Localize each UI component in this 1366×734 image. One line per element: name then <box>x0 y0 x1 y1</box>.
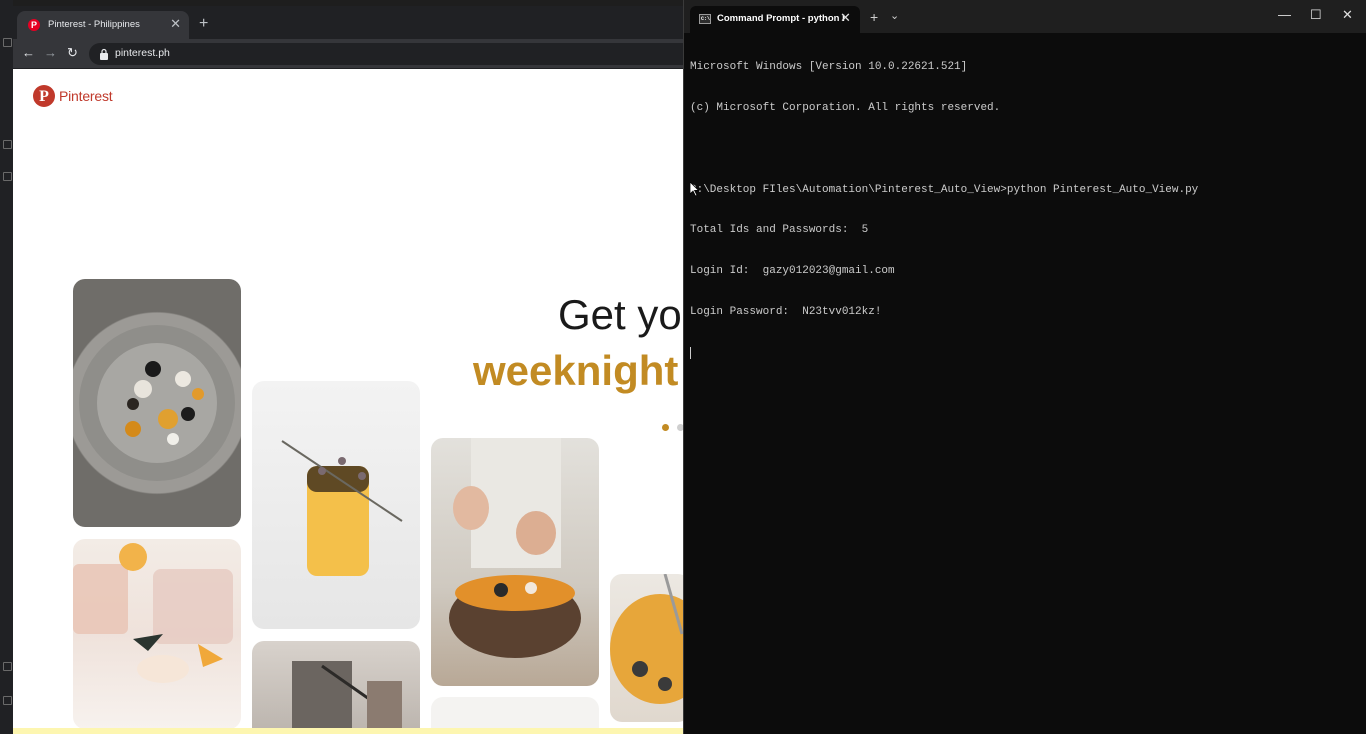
desktop-icon <box>3 172 12 181</box>
desktop-icon <box>3 38 12 47</box>
cooking-illustration <box>449 438 581 658</box>
lock-icon <box>100 48 108 60</box>
text-cursor <box>690 346 691 359</box>
toast-illustration <box>610 574 683 704</box>
terminal-output[interactable]: Microsoft Windows [Version 10.0.22621.52… <box>690 34 1366 734</box>
pinterest-favicon-icon: P <box>28 19 40 31</box>
terminal-line: D:\Desktop FIles\Automation\Pinterest_Au… <box>690 183 1199 196</box>
carousel-dot-active[interactable] <box>662 424 669 431</box>
terminal-window: C:\ Command Prompt - python I ✕ + ⌄ — ☐ … <box>683 0 1366 734</box>
salad-illustration <box>79 325 235 481</box>
desktop-icon <box>3 662 12 671</box>
desktop-icon <box>3 140 12 149</box>
orange-drink-photo[interactable] <box>252 381 420 629</box>
pinterest-page: P Pinterest Get yo weeknight <box>13 69 683 734</box>
back-button[interactable]: ← <box>22 45 35 60</box>
desktop-icon <box>3 696 12 705</box>
terminal-line: Microsoft Windows [Version 10.0.22621.52… <box>690 61 968 74</box>
plate-salad-photo[interactable] <box>73 279 241 527</box>
reload-button[interactable]: ↻ <box>67 45 78 61</box>
drink-illustration <box>281 440 403 576</box>
footer-banner <box>13 728 683 734</box>
address-bar[interactable]: pinterest.ph <box>89 43 683 65</box>
terminal-titlebar: C:\ Command Prompt - python I ✕ + ⌄ — ☐ … <box>684 0 1366 33</box>
grater-illustration <box>292 661 402 731</box>
terminal-line: Total Ids and Passwords: 5 <box>690 224 869 237</box>
pumpkin-toast-photo[interactable] <box>610 574 683 722</box>
maximize-button[interactable]: ☐ <box>1310 7 1322 23</box>
chevron-down-icon[interactable]: ⌄ <box>890 9 899 22</box>
terminal-tab[interactable]: C:\ Command Prompt - python I ✕ <box>690 6 860 33</box>
new-tab-button[interactable]: + <box>199 15 208 33</box>
terminal-line: Login Id: gazy012023@gmail.com <box>690 265 895 278</box>
terminal-line: Login Password: N23tvv012kz! <box>690 305 882 318</box>
new-tab-button[interactable]: + <box>870 9 878 25</box>
grater-photo[interactable] <box>252 641 420 734</box>
url-text: pinterest.ph <box>115 47 170 59</box>
hero-headline-accent: weeknight <box>473 347 679 394</box>
browser-toolbar: ← → ↻ pinterest.ph <box>13 39 683 69</box>
close-tab-icon[interactable]: ✕ <box>170 16 181 32</box>
close-tab-icon[interactable]: ✕ <box>840 10 851 26</box>
cmd-icon: C:\ <box>699 14 711 24</box>
browser-tab-strip: P Pinterest - Philippines ✕ + <box>13 6 683 39</box>
pinterest-logo-icon[interactable]: P <box>33 85 55 107</box>
desktop-edge <box>0 0 13 734</box>
close-window-button[interactable]: ✕ <box>1342 7 1353 23</box>
hero-headline: Get yo <box>558 291 682 338</box>
browser-tab-title: Pinterest - Philippines <box>48 19 140 30</box>
forward-button[interactable]: → <box>44 45 57 60</box>
terminal-line: (c) Microsoft Corporation. All rights re… <box>690 101 1001 114</box>
pinterest-brand-name[interactable]: Pinterest <box>59 88 113 104</box>
browser-tab-pinterest[interactable]: P Pinterest - Philippines ✕ <box>17 11 189 39</box>
terminal-tab-title: Command Prompt - python I <box>717 13 845 24</box>
cocktail-illustration <box>73 543 233 683</box>
pink-cocktail-photo[interactable] <box>73 539 241 729</box>
mouse-pointer-icon <box>690 182 700 197</box>
terminal-cursor-line <box>690 346 1366 361</box>
hands-cooking-photo[interactable] <box>431 438 599 686</box>
minimize-button[interactable]: — <box>1278 7 1291 22</box>
browser-window: P Pinterest - Philippines ✕ + ← → ↻ pint… <box>13 6 683 734</box>
